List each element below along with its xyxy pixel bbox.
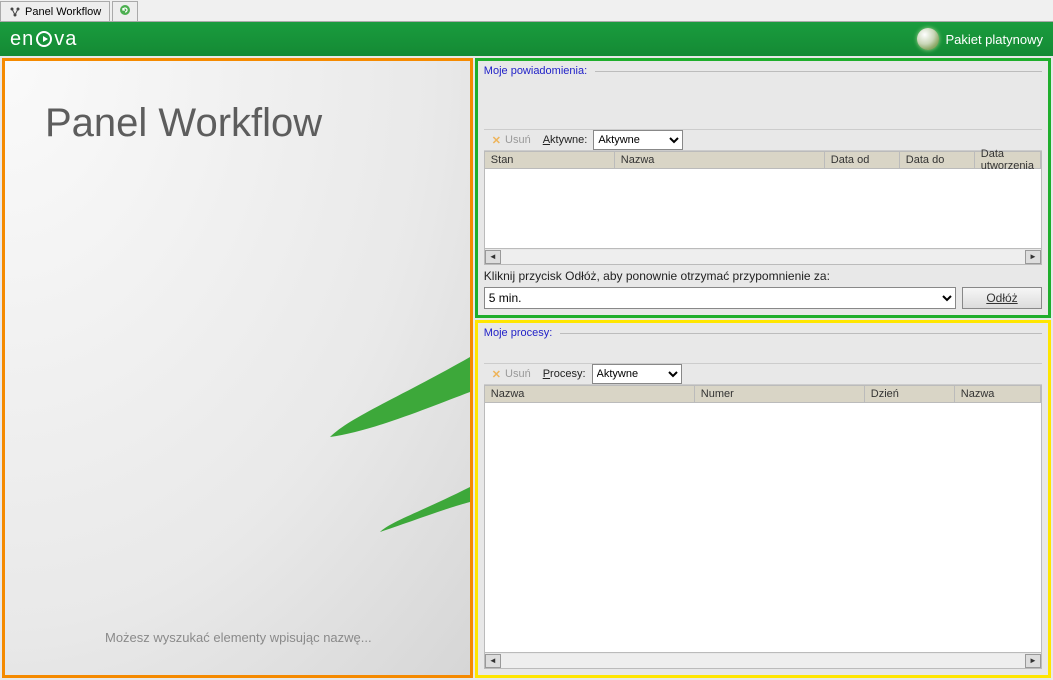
tab-panel-workflow[interactable]: Panel Workflow — [0, 1, 110, 21]
col-data-utw[interactable]: Data utworzenia — [975, 152, 1041, 168]
col-data-do[interactable]: Data do — [900, 152, 975, 168]
col-nazwa[interactable]: Nazwa — [615, 152, 825, 168]
processes-title: Moje procesy: — [484, 327, 1042, 339]
search-hint: Możesz wyszukać elementy wpisując nazwę.… — [105, 630, 450, 645]
procesy-label: Procesy: — [541, 368, 588, 380]
reminder-select[interactable]: 5 min. — [484, 287, 956, 309]
notifications-box: Moje powiadomienia: ✕ Usuń Aktywne: Akty… — [475, 58, 1051, 318]
col-nazwa2-p[interactable]: Nazwa — [955, 386, 1041, 402]
delete-button-proc[interactable]: ✕ Usuń — [486, 364, 537, 384]
package-label: Pakiet platynowy — [917, 28, 1043, 50]
col-nazwa-p[interactable]: Nazwa — [485, 386, 695, 402]
col-dzien-p[interactable]: Dzień — [865, 386, 955, 402]
notifications-header: Stan Nazwa Data od Data do Data utworzen… — [484, 151, 1042, 169]
notifications-scrollbar[interactable]: ◄ ► — [484, 249, 1042, 265]
workflow-icon — [9, 6, 21, 18]
decorative-swoosh — [310, 337, 470, 537]
postpone-button[interactable]: Odłóż — [962, 287, 1042, 309]
logo-text-right: va — [54, 28, 77, 51]
delete-icon: ✕ — [492, 134, 501, 147]
active-select[interactable]: Aktywne — [593, 130, 683, 150]
scroll-right-icon[interactable]: ► — [1025, 654, 1041, 668]
tab-label: Panel Workflow — [25, 6, 101, 18]
procesy-select[interactable]: Aktywne — [592, 364, 682, 384]
logo: en va — [10, 28, 77, 51]
scroll-left-icon[interactable]: ◄ — [485, 654, 501, 668]
logo-play-icon — [36, 31, 52, 47]
notifications-toolbar: ✕ Usuń Aktywne: Aktywne — [484, 129, 1042, 151]
processes-box: Moje procesy: ✕ Usuń Procesy: Aktywne Na… — [475, 320, 1051, 678]
processes-body[interactable] — [484, 403, 1042, 653]
notifications-body[interactable] — [484, 169, 1042, 249]
col-numer-p[interactable]: Numer — [695, 386, 865, 402]
col-data-od[interactable]: Data od — [825, 152, 900, 168]
tabbar: Panel Workflow — [0, 0, 1053, 22]
logo-text-left: en — [10, 28, 34, 51]
content: Panel Workflow Możesz wyszukać elementy … — [0, 56, 1053, 680]
processes-blank — [484, 341, 1042, 363]
scroll-left-icon[interactable]: ◄ — [485, 250, 501, 264]
processes-scrollbar[interactable]: ◄ ► — [484, 653, 1042, 669]
refresh-icon — [119, 4, 131, 19]
tab-new[interactable] — [112, 1, 138, 21]
right-panel: Moje powiadomienia: ✕ Usuń Aktywne: Akty… — [475, 58, 1051, 678]
package-icon — [917, 28, 939, 50]
reminder-hint: Kliknij przycisk Odłóż, aby ponownie otr… — [484, 269, 1042, 283]
header-bar: en va Pakiet platynowy — [0, 22, 1053, 56]
package-text: Pakiet platynowy — [945, 32, 1043, 47]
scroll-right-icon[interactable]: ► — [1025, 250, 1041, 264]
notifications-title: Moje powiadomienia: — [484, 65, 1042, 77]
col-stan[interactable]: Stan — [485, 152, 615, 168]
reminder-row: 5 min. Odłóż — [484, 287, 1042, 309]
delete-button[interactable]: ✕ Usuń — [486, 130, 537, 150]
processes-header: Nazwa Numer Dzień Nazwa — [484, 385, 1042, 403]
left-panel: Panel Workflow Możesz wyszukać elementy … — [2, 58, 473, 678]
delete-icon: ✕ — [492, 368, 501, 381]
active-label: Aktywne: — [541, 134, 590, 146]
page-title: Panel Workflow — [45, 101, 450, 146]
processes-toolbar: ✕ Usuń Procesy: Aktywne — [484, 363, 1042, 385]
notifications-blank — [484, 79, 1042, 129]
